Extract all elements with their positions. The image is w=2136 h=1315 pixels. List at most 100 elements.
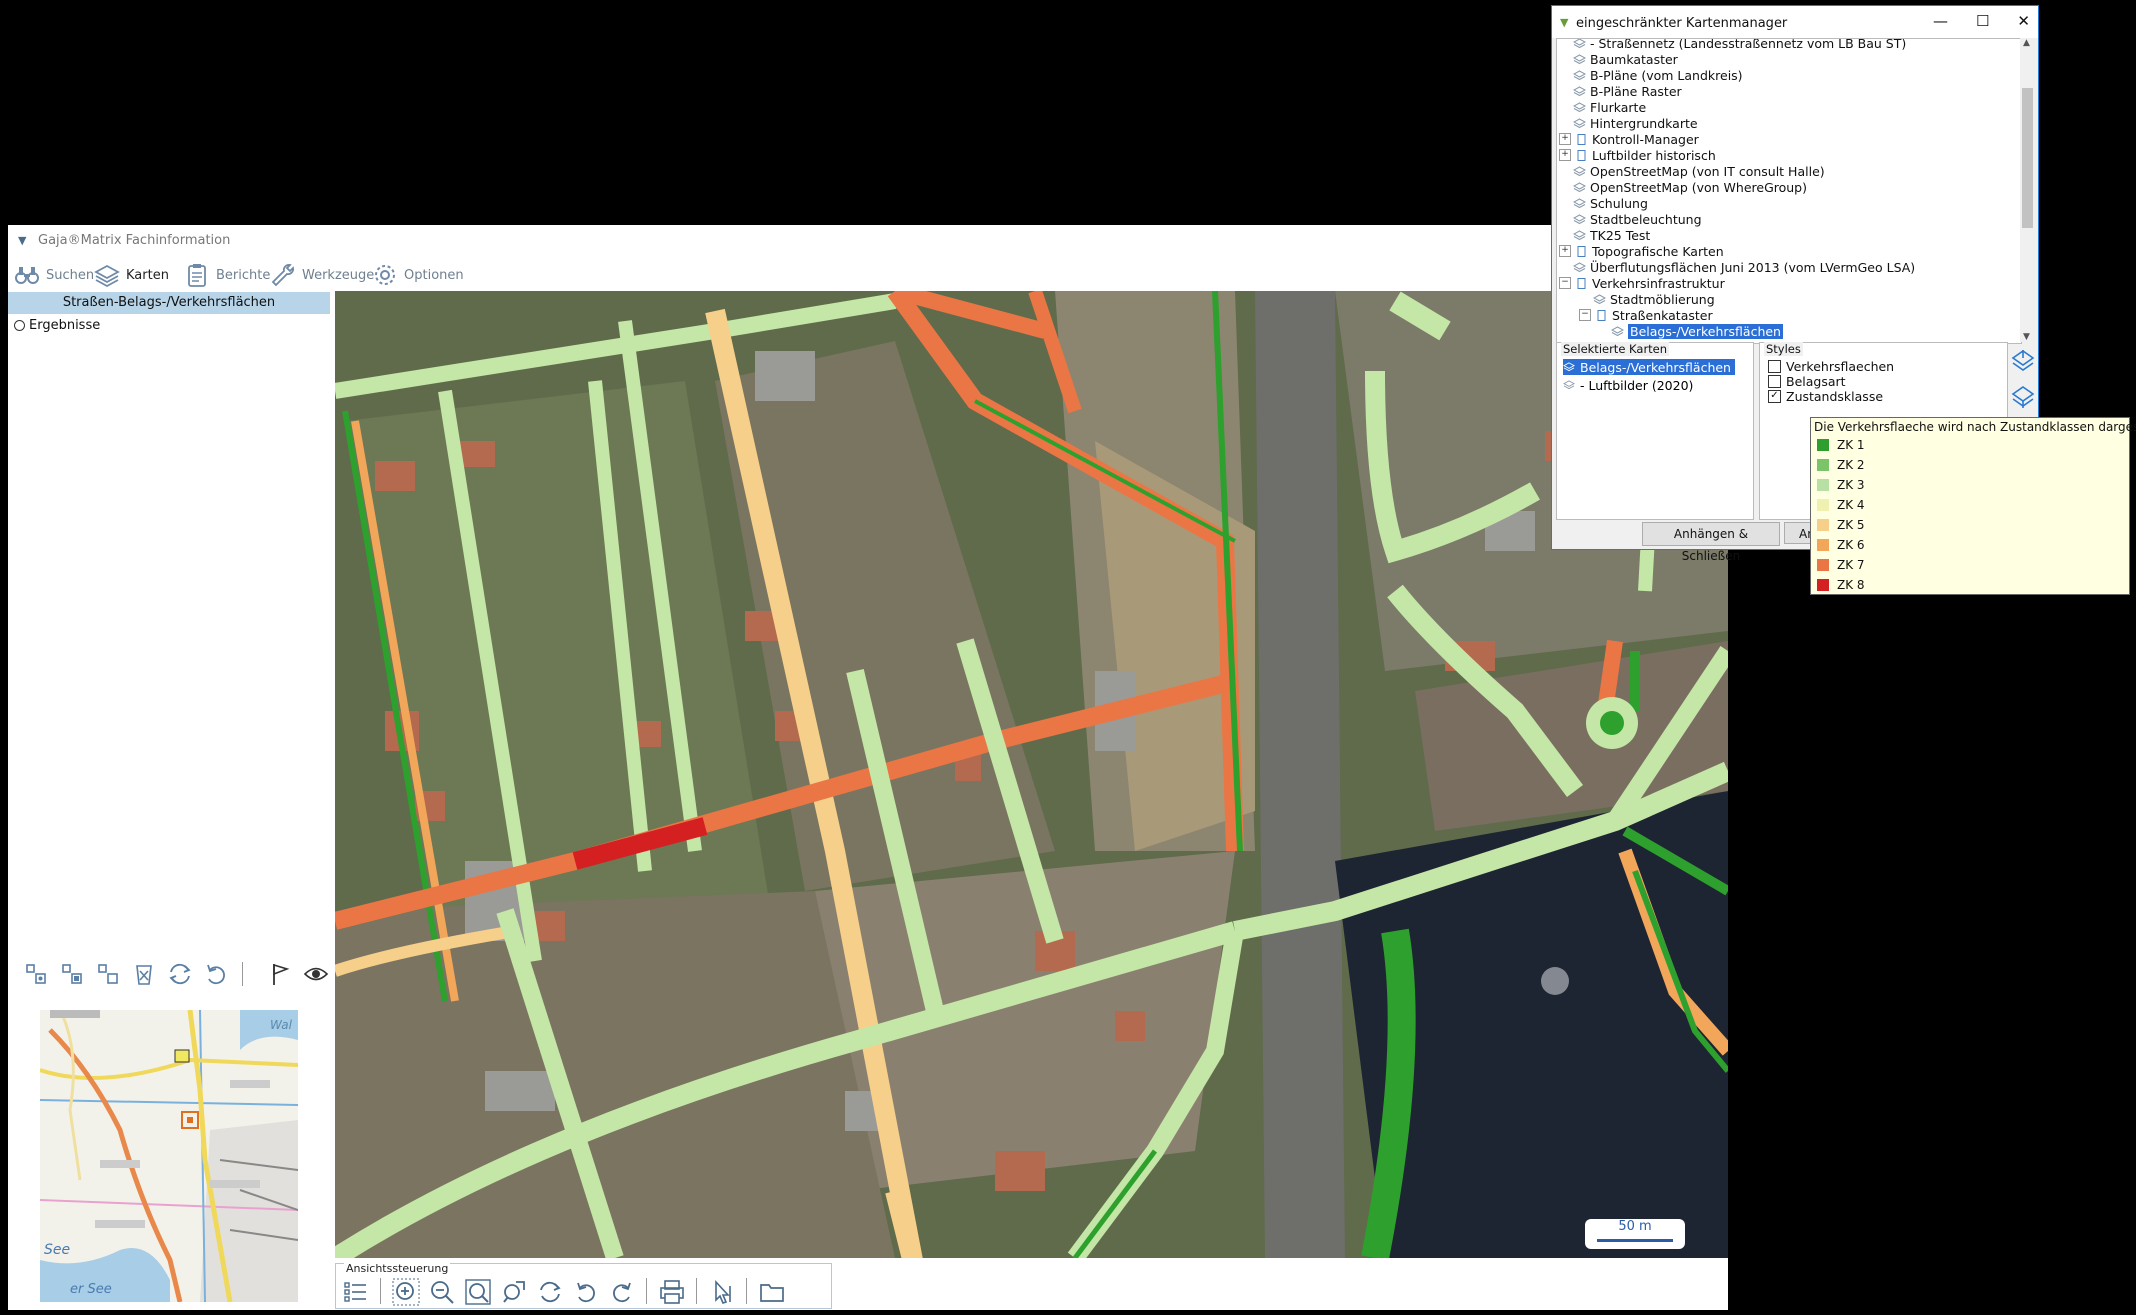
toolbar-optionen-button[interactable]: Optionen [372,257,464,293]
view-control-panel: Ansichtssteuerung [335,1262,832,1309]
toolbar-label: Suchen [46,267,95,283]
refresh-map-icon[interactable] [536,1278,564,1306]
selected-map-item[interactable]: - Luftbilder (2020) [1563,377,1693,393]
collapse-icon[interactable]: − [1579,309,1591,321]
tree-item[interactable]: - Straßennetz (Landesstraßennetz vom LB … [1573,39,1906,51]
toolbar-karten-button[interactable]: Karten [94,257,169,293]
scroll-down-icon[interactable]: ▼ [2023,332,2030,342]
legend-swatch [1817,519,1829,531]
main-titlebar: ▼ Gaja®Matrix Fachinformation [8,225,1728,253]
style-belagsart[interactable]: Belagsart [1768,374,1846,389]
expand-icon[interactable]: + [1559,133,1571,145]
layer-list-icon[interactable] [342,1278,370,1306]
folder-map-icon [1577,277,1586,289]
selected-map-item[interactable]: Belags-/Verkehrsflächen [1563,359,1735,375]
checkbox[interactable] [1768,375,1781,388]
checkbox[interactable] [1768,360,1781,373]
tree-item[interactable]: + Kontroll-Manager [1559,131,1699,147]
tree-item[interactable]: Schulung [1573,195,1648,211]
flag-icon[interactable] [266,960,294,988]
scale-label: 50 m [1618,1219,1652,1234]
eye-icon[interactable] [302,960,330,988]
layer-icon [1573,117,1586,128]
layer-icon [1573,39,1586,48]
legend-row: ZK 1 [1817,438,1865,452]
kartenmanager-title: eingeschränkter Kartenmanager [1576,16,1788,31]
view-separator [746,1278,747,1304]
collapse-icon[interactable]: − [1559,277,1571,289]
tree-item[interactable]: B-Pläne Raster [1573,83,1682,99]
toolbar-werkzeuge-button[interactable]: Werkzeuge [270,257,374,293]
tree-item[interactable]: + Luftbilder historisch [1559,147,1716,163]
tree-item[interactable]: − Verkehrsinfrastruktur [1559,275,1725,291]
results-item[interactable]: Ergebnisse [14,318,100,333]
layer-icon [1573,197,1586,208]
undo-icon[interactable] [202,960,230,988]
tree-item[interactable]: + Topografische Karten [1559,243,1724,259]
zoom-extent-icon[interactable] [464,1278,492,1306]
toolbar-suchen-button[interactable]: Suchen [14,257,94,293]
attach-close-button[interactable]: Anhängen & Schließen [1642,522,1780,563]
print-icon[interactable] [658,1278,686,1306]
style-zustandsklasse[interactable]: ✓ Zustandsklasse [1768,389,1883,404]
tree-item[interactable]: B-Pläne (vom Landkreis) [1573,67,1743,83]
tree-item[interactable]: Überflutungsflächen Juni 2013 (vom LVerm… [1573,259,1915,275]
left-panel-tools [14,960,334,990]
app-logo-icon: ▼ [18,234,27,247]
layer-icon [1573,101,1586,112]
legend-row: ZK 3 [1817,478,1865,492]
overview-minimap[interactable]: Wal See er See [40,1010,298,1302]
radio-icon[interactable] [14,320,25,331]
legend-swatch [1817,479,1829,491]
minimize-icon[interactable]: — [1933,12,1948,30]
toolbar-label: Berichte [216,267,271,283]
legend-row: ZK 5 [1817,518,1865,532]
select-multiple-icon[interactable] [94,960,122,988]
select-rectangle-icon[interactable] [58,960,86,988]
style-verkehrsflaechen[interactable]: Verkehrsflaechen [1768,359,1894,374]
tree-item[interactable]: − Straßenkataster [1579,307,1713,323]
zoom-previous-icon[interactable] [500,1278,528,1306]
selected-maps-box: Selektierte Karten Belags-/Verkehrsfläch… [1556,342,1754,520]
close-icon[interactable]: ✕ [2017,12,2030,30]
legend-row: ZK 4 [1817,498,1865,512]
map-canvas[interactable] [335,291,1728,1258]
tree-item-selected[interactable]: Belags-/Verkehrsflächen [1611,323,1783,339]
expand-icon[interactable]: + [1559,149,1571,161]
view-separator [380,1278,381,1304]
tree-item[interactable]: Baumkataster [1573,51,1678,67]
select-point-icon[interactable] [22,960,50,988]
clipboard-icon [188,264,206,287]
tree-item[interactable]: TK25 Test [1573,227,1650,243]
tree-item[interactable]: Stadtbeleuchtung [1573,211,1702,227]
tree-item[interactable]: Stadtmöblierung [1593,291,1715,307]
refresh-icon[interactable] [166,960,194,988]
zoom-out-icon[interactable] [428,1278,456,1306]
toolbar-berichte-button[interactable]: Berichte [184,257,270,293]
checkbox-checked[interactable]: ✓ [1768,390,1781,403]
tree-item[interactable]: Hintergrundkarte [1573,115,1698,131]
clear-selection-icon[interactable] [130,960,158,988]
layer-icon [1573,261,1586,272]
layer-icon [1573,69,1586,80]
forward-icon[interactable] [608,1278,636,1306]
scroll-up-icon[interactable]: ▲ [2023,38,2030,48]
back-icon[interactable] [572,1278,600,1306]
tree-item[interactable]: Flurkarte [1573,99,1646,115]
layer-icon [1611,325,1624,336]
legend-row: ZK 2 [1817,458,1865,472]
tree-item[interactable]: OpenStreetMap (von WhereGroup) [1573,179,1807,195]
info-cursor-icon[interactable] [708,1278,736,1306]
tree-scrollbar[interactable]: ▲ ▼ [2020,38,2035,342]
folder-icon[interactable] [758,1278,786,1306]
maximize-icon[interactable]: ☐ [1976,12,1989,30]
tree-item[interactable]: OpenStreetMap (von IT consult Halle) [1573,163,1825,179]
move-up-icon[interactable] [2010,348,2036,374]
view-control-label: Ansichtssteuerung [344,1262,451,1275]
scrollbar-thumb[interactable] [2022,88,2033,228]
expand-icon[interactable]: + [1559,245,1571,257]
map-tree: - Straßennetz (Landesstraßennetz vom LB … [1556,38,2022,344]
kartenmanager-titlebar: ▼ eingeschränkter Kartenmanager — ☐ ✕ [1552,6,2038,38]
zoom-in-icon[interactable] [392,1278,420,1306]
move-down-icon[interactable] [2010,384,2036,410]
